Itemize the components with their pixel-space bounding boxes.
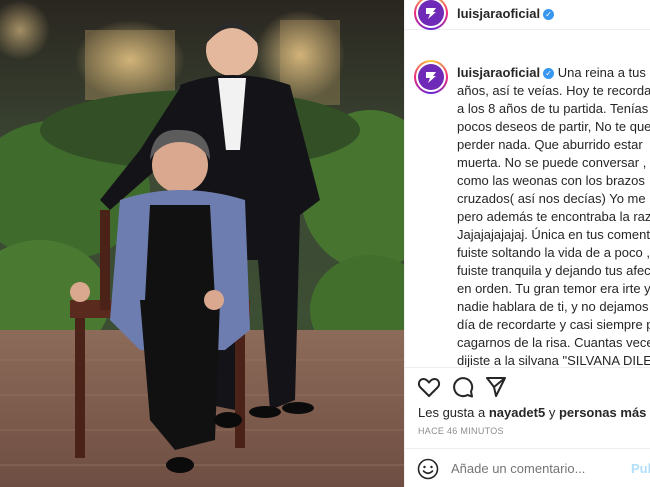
caption-avatar[interactable] <box>414 60 448 94</box>
profile-avatar[interactable] <box>414 0 448 30</box>
brand-logo-icon <box>426 8 436 19</box>
brand-logo-icon <box>426 72 436 83</box>
heart-icon[interactable] <box>417 376 441 398</box>
publish-button[interactable]: Publicar <box>631 461 650 476</box>
verified-badge-icon: ✓ <box>543 68 555 80</box>
caption-line: a los 8 años de tu partida. Tenías tan <box>457 101 650 116</box>
emoji-icon[interactable] <box>417 458 439 480</box>
likes-summary[interactable]: Les gusta a nayadet5 y personas más <box>418 405 646 420</box>
caption-line: pocos deseos de partir, No te quería <box>457 119 650 134</box>
caption-line: cagarnos de la risa. Cuantas veces le <box>457 335 650 350</box>
caption-line: fuiste soltando la vida de a poco , te <box>457 245 650 260</box>
caption-line: Jajajajajajaj. Única en tus comentario <box>457 227 650 242</box>
share-icon[interactable] <box>485 376 507 398</box>
caption-username[interactable]: luisjaraoficial <box>457 65 540 80</box>
caption-line: como las weonas con los brazos <box>457 173 645 188</box>
caption-line: fuiste tranquila y dejando tus afectos <box>457 263 650 278</box>
post-timestamp[interactable]: HACE 46 MINUTOS <box>418 426 504 436</box>
comment-bar: Publicar <box>405 448 650 487</box>
comment-input[interactable] <box>451 461 621 476</box>
header-username[interactable]: luisjaraoficial ✓ <box>457 6 555 21</box>
caption-line: día de recordarte y casi siempre para <box>457 317 650 332</box>
verified-badge-icon: ✓ <box>543 9 555 21</box>
caption-body: Una reina a tus 80 años, así te veías. H… <box>457 65 650 367</box>
caption-line: años, así te veías. Hoy te recordamos <box>457 83 650 98</box>
post-image <box>0 0 404 487</box>
comment-icon[interactable] <box>452 376 474 398</box>
caption-line: Una reina a tus 80 <box>557 65 650 80</box>
caption-line: dijiste a la silvana "SILVANA DILE <box>457 353 650 367</box>
caption-section: luisjaraoficial✓ Una reina a tus 80 años… <box>405 31 650 367</box>
post-side-panel: luisjaraoficial ✓ luisjaraoficial ✓ Una re… <box>404 0 650 487</box>
caption-line: cruzados( así nos decías) Yo me reía <box>457 191 650 206</box>
caption-line: muerta. No se puede conversar , esta <box>457 155 650 170</box>
caption-line: perder nada. Que aburrido estar <box>457 137 643 152</box>
caption-text: luisjaraoficial✓ Una reina a tus 80 años… <box>457 64 650 367</box>
caption-line: pero además te encontraba la razón. <box>457 209 650 224</box>
caption-line: nadie hablara de ti, y no dejamos un <box>457 299 650 314</box>
caption-line: en orden. Tu gran temor era irte y qu <box>457 281 650 296</box>
post-photo[interactable] <box>0 0 404 487</box>
post-actions: Les gusta a nayadet5 y personas más HACE… <box>405 367 650 487</box>
post-header: luisjaraoficial ✓ <box>405 0 650 30</box>
